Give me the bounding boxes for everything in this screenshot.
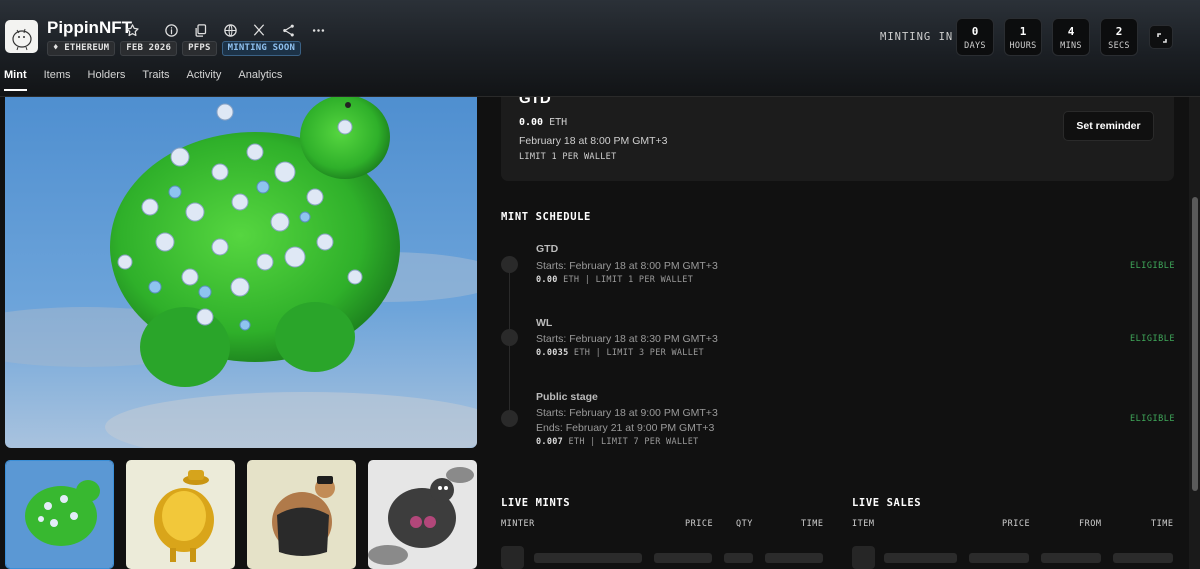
stage-meta-text: ETH | LIMIT 1 PER WALLET	[557, 275, 694, 285]
stage-meta: 0.007 ETH | LIMIT 7 PER WALLET	[536, 437, 699, 447]
countdown-days: 0 DAYS	[956, 18, 994, 56]
countdown-secs: 2 SECS	[1100, 18, 1138, 56]
copy-icon[interactable]	[191, 21, 209, 39]
skeleton-avatar	[852, 546, 875, 569]
col-qty: QTY	[736, 519, 753, 529]
countdown-hours: 1 HOURS	[1004, 18, 1042, 56]
thumbnail-2[interactable]	[126, 460, 235, 569]
skeleton-bar	[884, 553, 957, 563]
hero-nft-image[interactable]	[5, 97, 477, 448]
stage-price-value: 0.00	[536, 275, 558, 285]
eligible-badge: ELIGIBLE	[1130, 414, 1175, 424]
countdown-unit: SECS	[1108, 41, 1130, 51]
col-minter: MINTER	[501, 519, 535, 529]
expand-icon	[1157, 33, 1167, 43]
stage-ends: Ends: February 21 at 9:00 PM GMT+3	[536, 422, 715, 434]
stage-starts: Starts: February 18 at 9:00 PM GMT+3	[536, 407, 718, 419]
countdown-mins: 4 MINS	[1052, 18, 1090, 56]
collection-header: PippinNFT ♦ ETHEREUM FEB 2026 PFPS MINTI…	[0, 0, 1200, 97]
stage-price-value: 0.007	[536, 437, 564, 447]
countdown-value: 1	[1019, 25, 1027, 38]
stage-dot	[501, 410, 518, 427]
tab-activity[interactable]: Activity	[187, 69, 222, 91]
tab-holders[interactable]: Holders	[88, 69, 126, 91]
col-time: TIME	[1151, 519, 1174, 529]
stage-name: Public stage	[536, 391, 598, 403]
countdown-value: 4	[1067, 25, 1075, 38]
skeleton-bar	[1041, 553, 1101, 563]
collection-logo[interactable]	[5, 20, 38, 53]
stage-name: WL	[536, 317, 553, 329]
expand-button[interactable]	[1149, 25, 1173, 49]
active-stage-card: GTD 0.00 ETH February 18 at 8:00 PM GMT+…	[501, 90, 1174, 181]
minting-in-label: MINTING IN	[880, 31, 954, 43]
stage-starts: Starts: February 18 at 8:00 PM GMT+3	[536, 260, 718, 272]
eligible-badge: ELIGIBLE	[1130, 261, 1175, 271]
stage-meta-text: ETH | LIMIT 3 PER WALLET	[568, 348, 704, 358]
stage-starts: Starts: February 18 at 8:30 PM GMT+3	[536, 333, 718, 345]
countdown-unit: MINS	[1060, 41, 1082, 51]
globe-icon[interactable]	[221, 21, 239, 39]
skeleton-bar	[1113, 553, 1173, 563]
skeleton-bar	[534, 553, 642, 563]
col-price: PRICE	[1002, 519, 1031, 529]
col-time: TIME	[801, 519, 824, 529]
col-price: PRICE	[685, 519, 714, 529]
stage-price-value: 0.0035	[536, 348, 569, 358]
countdown-unit: DAYS	[964, 41, 986, 51]
stage-name: GTD	[536, 243, 559, 255]
timeline-line	[509, 272, 510, 332]
stage-price-value: 0.00	[519, 117, 544, 128]
thumbnail-3[interactable]	[247, 460, 356, 569]
live-sales-title: LIVE SALES	[852, 497, 922, 509]
set-reminder-button[interactable]: Set reminder	[1063, 111, 1154, 141]
chain-tag-label: ETHEREUM	[64, 43, 110, 53]
x-icon[interactable]	[250, 21, 268, 39]
skeleton-bar	[654, 553, 712, 563]
more-icon[interactable]	[309, 21, 327, 39]
col-from: FROM	[1079, 519, 1102, 529]
eligible-badge: ELIGIBLE	[1130, 334, 1175, 344]
timeline-line	[509, 346, 510, 410]
countdown-value: 0	[971, 25, 979, 38]
countdown-unit: HOURS	[1009, 41, 1037, 51]
collection-tags: ♦ ETHEREUM FEB 2026 PFPS MINTING SOON	[47, 41, 302, 56]
stage-meta-text: ETH | LIMIT 7 PER WALLET	[563, 437, 699, 447]
stage-meta: 0.00 ETH | LIMIT 1 PER WALLET	[536, 275, 693, 285]
chain-tag[interactable]: ♦ ETHEREUM	[47, 41, 116, 56]
info-icon[interactable]	[162, 21, 180, 39]
star-icon[interactable]	[123, 21, 141, 39]
tab-traits[interactable]: Traits	[142, 69, 169, 91]
scrollbar-thumb[interactable]	[1192, 197, 1198, 491]
category-tag[interactable]: PFPS	[182, 41, 217, 56]
stage-dot	[501, 256, 518, 273]
stage-dot	[501, 329, 518, 346]
scrollbar[interactable]	[1189, 97, 1200, 569]
stage-date: February 18 at 8:00 PM GMT+3	[519, 135, 668, 147]
collection-tabs: Mint Items Holders Traits Activity Analy…	[4, 69, 299, 91]
status-badge: MINTING SOON	[221, 41, 302, 56]
skeleton-avatar	[501, 546, 524, 569]
stage-price: 0.00 ETH	[519, 117, 567, 128]
tab-items[interactable]: Items	[44, 69, 71, 91]
stage-limit: LIMIT 1 PER WALLET	[519, 152, 617, 162]
skeleton-bar	[724, 553, 753, 563]
share-icon[interactable]	[279, 21, 297, 39]
skeleton-bar	[765, 553, 823, 563]
stage-price-unit: ETH	[549, 117, 568, 128]
tab-mint[interactable]: Mint	[4, 69, 27, 91]
live-mints-title: LIVE MINTS	[501, 497, 571, 509]
countdown-value: 2	[1115, 25, 1123, 38]
mint-schedule-title: MINT SCHEDULE	[501, 211, 591, 223]
thumbnail-1[interactable]	[5, 460, 114, 569]
col-item: ITEM	[852, 519, 875, 529]
stage-meta: 0.0035 ETH | LIMIT 3 PER WALLET	[536, 348, 704, 358]
collection-name: PippinNFT	[47, 18, 132, 37]
date-tag[interactable]: FEB 2026	[120, 41, 178, 56]
skeleton-bar	[969, 553, 1029, 563]
tab-analytics[interactable]: Analytics	[238, 69, 282, 91]
thumbnail-4[interactable]	[368, 460, 477, 569]
